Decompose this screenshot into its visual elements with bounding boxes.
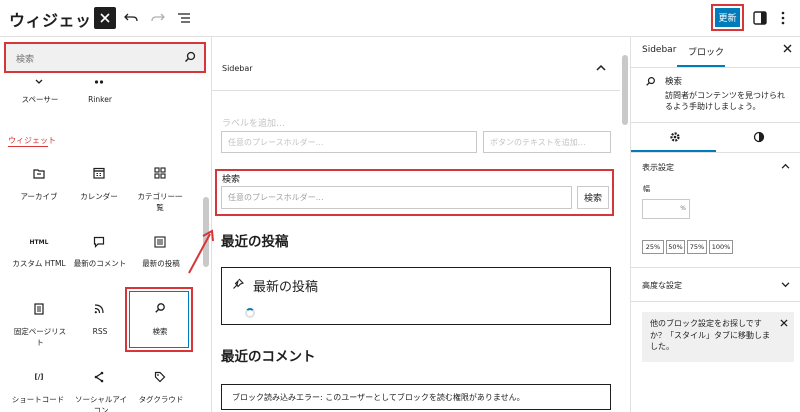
block-item-page-list[interactable]: 固定ページリスト <box>12 326 68 348</box>
rinker-icon <box>92 75 106 89</box>
recent-comments-heading[interactable]: 最近のコメント <box>221 345 316 365</box>
sidebar-icon <box>753 11 767 25</box>
width-unit: % <box>680 205 686 212</box>
divider <box>631 67 800 68</box>
sidebar-widget-area: Sidebar ラベルを追加… 任意のプレースホルダー… ボタンのテキストを追加… <box>212 37 620 412</box>
widget-canvas: Sidebar ラベルを追加… 任意のプレースホルダー… ボタンのテキストを追加… <box>212 37 620 412</box>
width-75-button[interactable]: 75% <box>687 240 707 254</box>
close-inserter-button[interactable] <box>94 7 116 29</box>
search-icon <box>646 77 655 86</box>
categories-icon <box>153 166 167 180</box>
faded-search-input: 任意のプレースホルダー… <box>221 131 477 153</box>
undo-icon <box>124 13 138 22</box>
block-item-calendar[interactable]: カレンダー <box>68 191 130 202</box>
advanced-settings-title[interactable]: 高度な設定 <box>642 280 682 291</box>
block-item-spacer[interactable]: スペーサー <box>10 94 70 105</box>
block-item-categories[interactable]: カテゴリー一覧 <box>134 191 186 213</box>
shortcode-icon: [/] <box>34 373 44 381</box>
display-settings-title[interactable]: 表示設定 <box>642 162 674 173</box>
block-item-search-card[interactable] <box>129 291 189 348</box>
search-block-label[interactable]: 検索 <box>222 172 240 185</box>
width-input[interactable]: % <box>642 199 690 219</box>
comment-icon <box>92 235 106 249</box>
chevron-down-icon[interactable] <box>781 282 790 288</box>
divider <box>631 152 800 153</box>
latest-posts-block[interactable]: 最新の投稿 <box>221 267 611 325</box>
search-placeholder: 検索 <box>16 55 35 65</box>
rss-icon <box>92 302 106 316</box>
spacer-icon <box>32 75 46 89</box>
top-toolbar: ウィジェット 更新 <box>0 0 800 37</box>
close-icon <box>100 13 110 23</box>
calendar-icon <box>92 166 106 180</box>
inserter-search-input[interactable]: 検索 <box>4 42 206 73</box>
width-label: 幅 <box>643 185 650 193</box>
block-item-custom-html[interactable]: カスタム HTML <box>12 258 66 269</box>
tab-sidebar[interactable]: Sidebar <box>642 45 676 55</box>
divider <box>631 301 800 302</box>
search-block-input[interactable]: 任意のプレースホルダー… <box>221 186 572 209</box>
divider <box>631 122 800 123</box>
width-25-button[interactable]: 25% <box>642 240 664 254</box>
block-item-rss[interactable]: RSS <box>70 326 130 337</box>
block-card-title: 検索 <box>665 77 683 87</box>
search-icon <box>153 301 167 315</box>
redo-icon <box>151 13 165 22</box>
gear-icon[interactable] <box>669 131 681 143</box>
pin-icon <box>233 278 244 289</box>
block-card-description: 訪問者がコンテンツを見つけられるよう手助けしましょう。 <box>665 91 785 111</box>
close-icon[interactable] <box>783 44 792 53</box>
latest-posts-title: 最新の投稿 <box>253 280 319 295</box>
more-options-button[interactable] <box>772 7 794 29</box>
notice-text: 他のブロック設定をお探しですか？「スタイル」タブに移動しました。 <box>650 319 770 351</box>
redo-button[interactable] <box>147 7 169 29</box>
settings-toggle-button[interactable] <box>749 7 771 29</box>
styles-icon[interactable] <box>753 131 765 143</box>
faded-search-label: ラベルを追加… <box>222 119 286 129</box>
chevron-up-icon[interactable] <box>596 64 606 71</box>
divider <box>631 267 800 268</box>
list-view-button[interactable] <box>173 7 195 29</box>
more-vertical-icon <box>781 11 785 25</box>
block-inserter: 検索 スペーサー Rinker ウィジェット アーカイブ カレンダー カテゴリー… <box>0 37 212 412</box>
tab-block[interactable]: ブロック <box>688 45 724 58</box>
divider <box>212 90 620 91</box>
faded-button-input: ボタンのテキストを追加… <box>483 131 611 153</box>
width-100-button[interactable]: 100% <box>709 240 733 254</box>
share-icon <box>92 370 106 384</box>
html-icon: HTML <box>29 238 49 246</box>
block-item-archive[interactable]: アーカイブ <box>8 191 70 202</box>
canvas-scrollbar[interactable] <box>622 55 628 125</box>
posts-list-icon <box>153 235 167 249</box>
list-view-icon <box>178 13 190 23</box>
styles-moved-notice: 他のブロック設定をお探しですか？「スタイル」タブに移動しました。 <box>642 312 794 362</box>
close-icon[interactable] <box>780 319 788 327</box>
undo-button[interactable] <box>120 7 142 29</box>
update-button[interactable]: 更新 <box>711 4 744 31</box>
settings-sidebar: Sidebar ブロック 検索 訪問者がコンテンツを見つけられるよう手助けしまし… <box>630 37 800 412</box>
block-error-message: ブロック読み込みエラー: このユーザーとしてブロックを読む権限がありません。 <box>221 384 611 410</box>
block-item-search[interactable]: 検索 <box>130 326 190 337</box>
pages-icon <box>32 302 46 316</box>
width-50-button[interactable]: 50% <box>666 240 685 254</box>
section-underline <box>8 146 48 147</box>
search-block-button[interactable]: 検索 <box>577 186 609 209</box>
block-item-rinker[interactable]: Rinker <box>70 94 130 105</box>
loading-spinner <box>245 308 255 318</box>
search-icon <box>185 51 196 62</box>
widget-area-title[interactable]: Sidebar <box>222 64 253 73</box>
tag-icon <box>153 370 167 384</box>
chevron-up-icon[interactable] <box>781 163 790 169</box>
recent-posts-heading[interactable]: 最近の投稿 <box>221 230 289 250</box>
block-item-social-icons[interactable]: ソーシャルアイコン <box>72 394 130 412</box>
block-item-shortcode[interactable]: ショートコード <box>10 394 66 405</box>
widget-section-title: ウィジェット <box>8 136 56 145</box>
annotation-arrow <box>188 229 214 274</box>
update-button-label: 更新 <box>715 8 740 27</box>
archive-icon <box>32 166 46 180</box>
block-item-tag-cloud[interactable]: タグクラウド <box>132 394 190 405</box>
block-item-latest-posts[interactable]: 最新の投稿 <box>132 258 190 269</box>
block-item-latest-comments[interactable]: 最新のコメント <box>72 258 128 269</box>
